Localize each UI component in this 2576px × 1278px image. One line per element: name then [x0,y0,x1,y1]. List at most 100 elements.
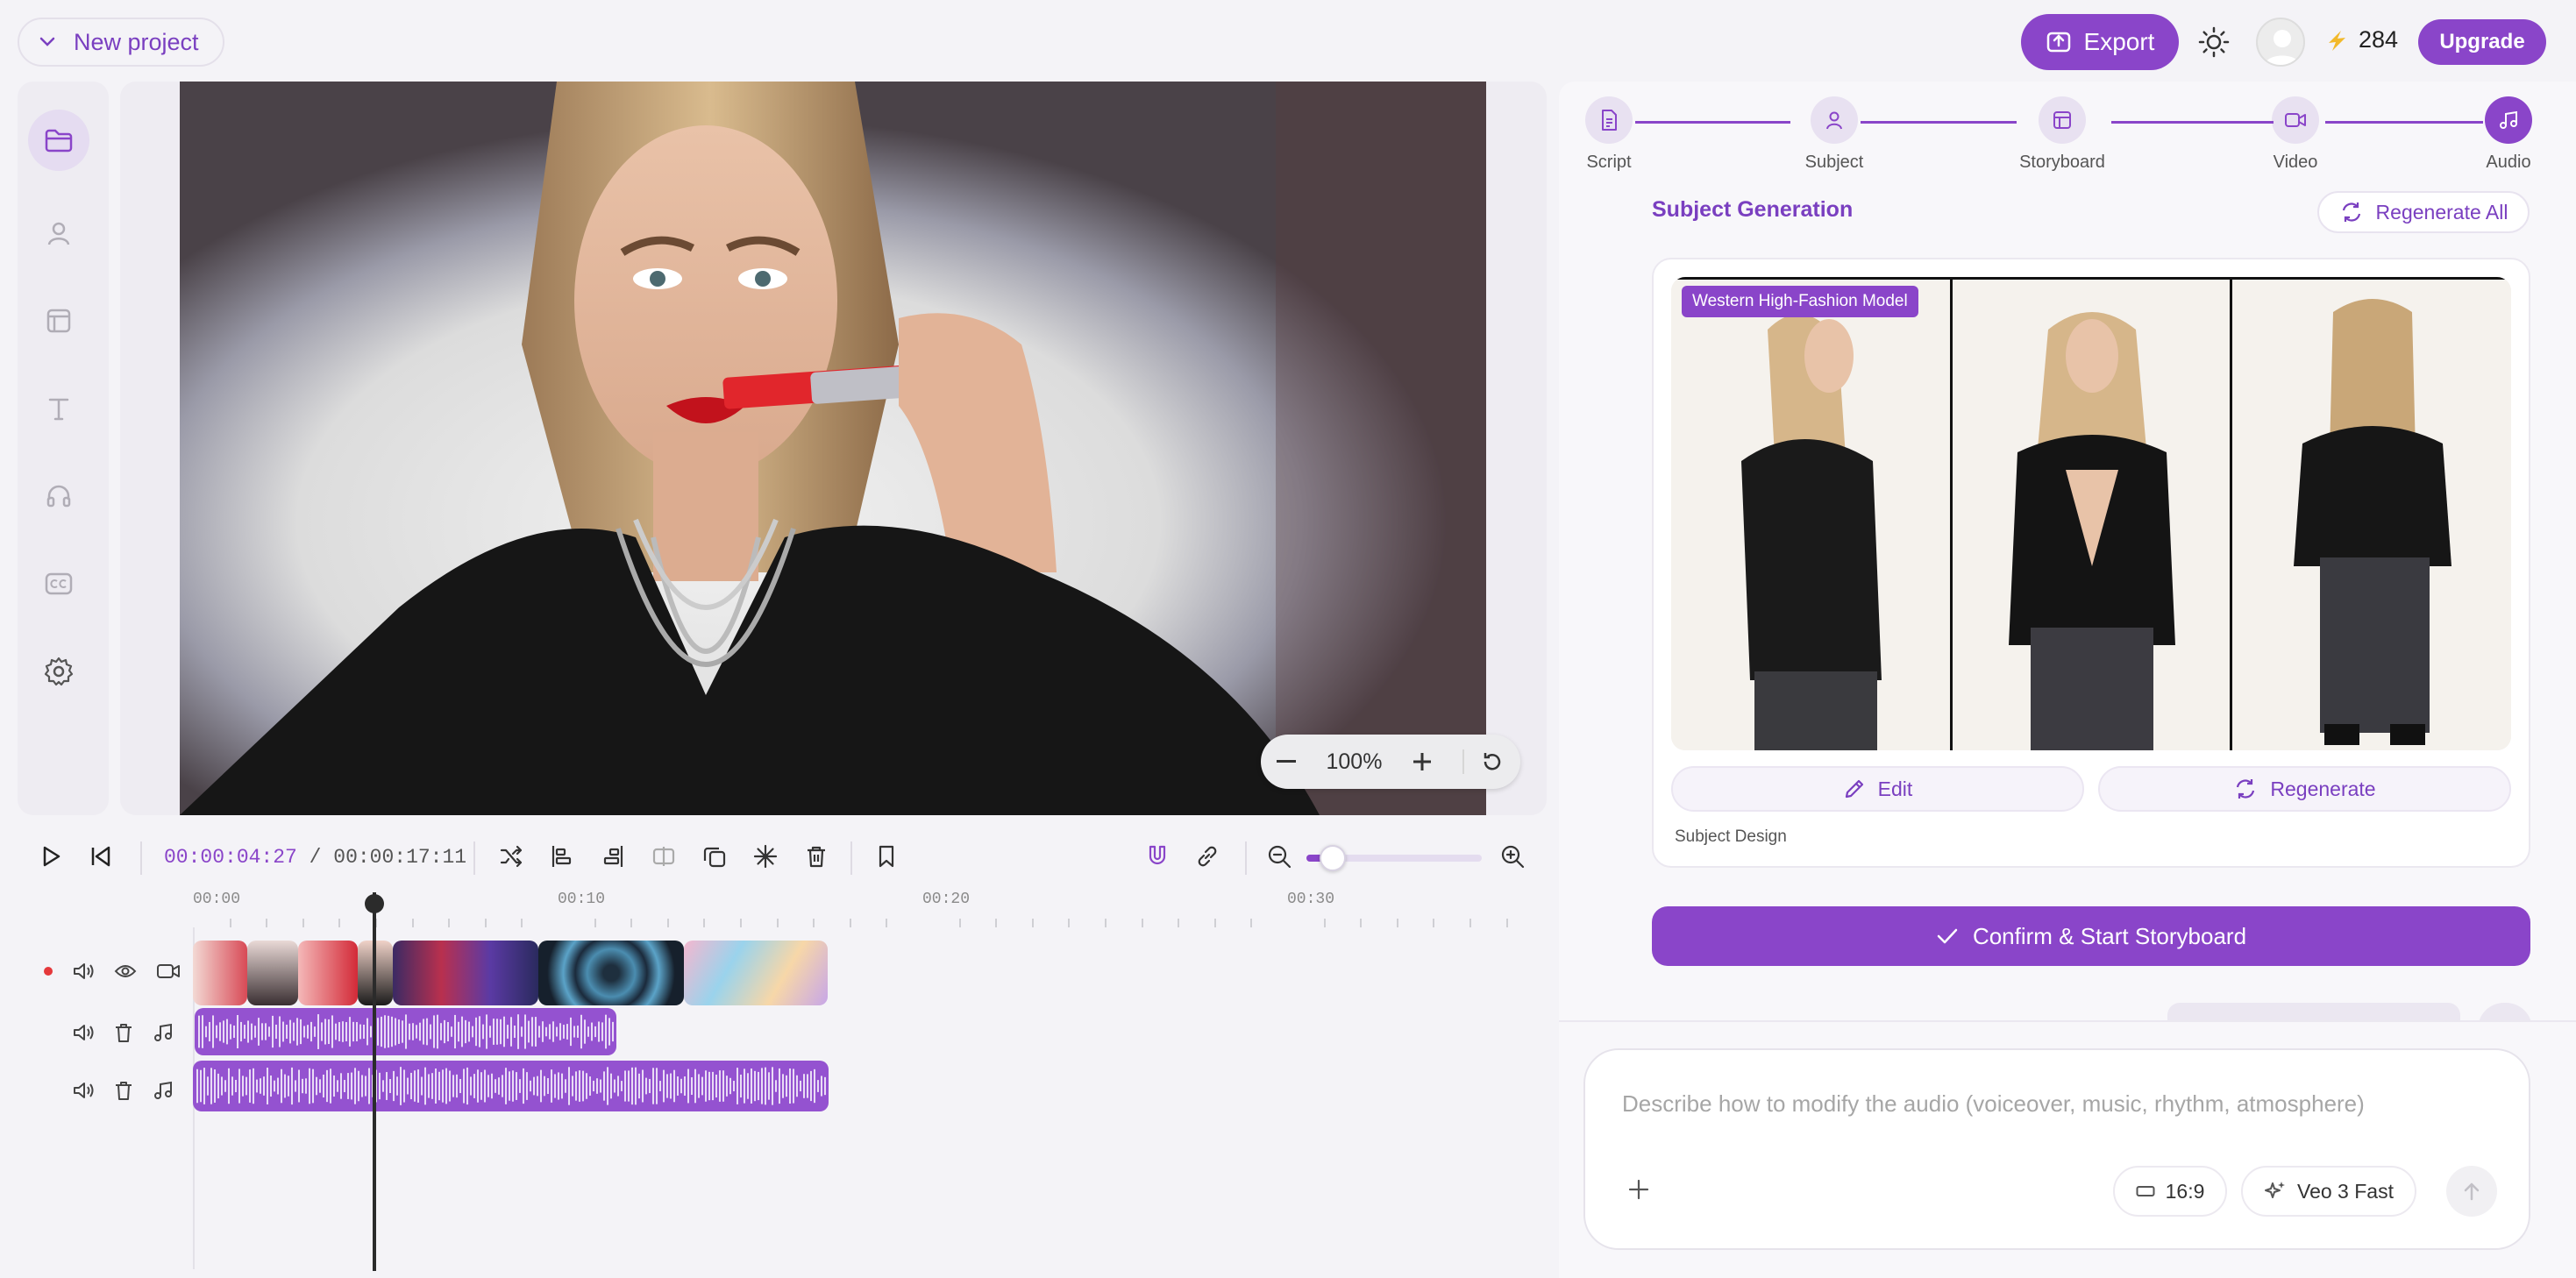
music-note-icon[interactable] [153,1022,174,1043]
video-clip[interactable] [393,941,538,1005]
regenerate-all-button[interactable]: Regenerate All [2317,191,2530,233]
model-selector[interactable]: Veo 3 Fast [2241,1166,2416,1217]
video-clip[interactable] [538,941,684,1005]
audio-clip-voiceover[interactable] [195,1008,616,1055]
regenerate-button[interactable]: Regenerate [2098,766,2511,812]
sidebar-item-layout[interactable] [28,290,89,351]
waveform-bar [726,1076,728,1097]
video-clip[interactable] [193,941,247,1005]
sidebar-item-captions[interactable] [28,553,89,614]
waveform-bar [573,1026,575,1038]
waveform-bar [580,1014,582,1049]
link-icon[interactable] [1194,843,1220,870]
project-menu-button[interactable]: New project [18,18,224,67]
music-note-icon[interactable] [153,1080,174,1101]
waveform-bar [593,1080,594,1092]
video-clip[interactable] [247,941,298,1005]
video-preview-frame[interactable] [180,82,1486,815]
waveform-bar [200,1069,202,1103]
edit-button[interactable]: Edit [1671,766,2084,812]
volume-icon[interactable] [72,961,95,982]
split-icon[interactable] [651,843,677,870]
volume-icon[interactable] [72,1022,95,1043]
eye-icon[interactable] [114,962,137,980]
subject-image[interactable] [1671,277,2511,750]
waveform-bar [535,1017,537,1047]
sidebar-item-media[interactable] [28,110,89,171]
waveform-bar [263,1076,265,1096]
zoom-out-button[interactable] [1276,760,1296,763]
sidebar-item-subject[interactable] [28,202,89,264]
timeline-zoom-in-icon[interactable] [1499,843,1526,870]
waveform-bar [253,1068,254,1104]
sidebar-item-text[interactable] [28,378,89,439]
reset-zoom-button[interactable] [1462,749,1505,774]
upgrade-button[interactable]: Upgrade [2418,19,2546,65]
shuffle-icon[interactable] [498,843,524,870]
waveform-bar [761,1068,763,1104]
confirm-storyboard-button[interactable]: Confirm & Start Storyboard [1652,906,2530,966]
ruler-tick [1360,919,1363,927]
magnet-snap-icon[interactable] [1144,843,1171,870]
timeline-zoom-out-icon[interactable] [1266,843,1292,870]
sidebar-item-settings[interactable] [28,641,89,702]
waveform-bar [509,1071,510,1101]
playhead[interactable] [373,892,376,1271]
waveform-bar [265,1023,267,1040]
skip-back-icon[interactable] [88,843,114,870]
waveform-bar [586,1073,587,1099]
sidebar-item-audio[interactable] [28,465,89,527]
camera-icon[interactable] [156,962,181,980]
waveform-bar [459,1078,461,1094]
send-button[interactable] [2446,1166,2497,1217]
waveform-bar [414,1070,416,1102]
playhead-handle[interactable] [365,894,384,913]
waveform-bar [582,1070,584,1102]
waveform-bar [344,1080,345,1092]
waveform-bar [338,1022,340,1041]
waveform-bar [779,1068,780,1104]
theme-toggle-icon[interactable] [2196,25,2231,60]
video-clip[interactable] [298,941,358,1005]
play-icon[interactable] [39,843,63,870]
trash-icon[interactable] [114,1022,133,1043]
step-storyboard[interactable]: Storyboard [2010,96,2115,173]
waveform-bar [772,1067,773,1105]
align-right-icon[interactable] [600,843,626,870]
export-button[interactable]: Export [2021,14,2179,70]
waveform-bar [789,1068,791,1104]
timeline-ruler[interactable]: 00:00 00:10 00:20 00:30 [193,891,1547,927]
step-video[interactable]: Video [2243,96,2348,173]
prompt-input[interactable] [1583,1048,2530,1250]
waveform-bar [449,1070,451,1102]
avatar[interactable] [2256,18,2305,67]
waveform-bar [305,1078,307,1094]
waveform-bar [461,1016,463,1047]
duplicate-icon[interactable] [701,843,728,870]
waveform-bar [237,1014,238,1049]
waveform-bar [445,1068,447,1104]
aspect-ratio-selector[interactable]: 16:9 [2113,1166,2227,1217]
waveform-bar [277,1077,279,1095]
volume-icon[interactable] [72,1080,95,1101]
step-audio[interactable]: Audio [2456,96,2561,173]
timeline-zoom-slider-handle[interactable] [1320,845,1346,871]
add-attachment-icon[interactable] [1626,1177,1651,1202]
step-subject[interactable]: Subject [1782,96,1887,173]
audio-clip-music[interactable] [193,1061,829,1111]
align-left-icon[interactable] [549,843,575,870]
delete-icon[interactable] [803,843,829,870]
step-script[interactable]: Script [1556,96,1662,173]
waveform-bar [547,1077,549,1095]
freeze-icon[interactable] [752,843,779,870]
waveform-bar [410,1072,412,1100]
video-clip[interactable] [684,941,828,1005]
waveform-bar [549,1024,551,1040]
zoom-in-button[interactable] [1413,752,1432,771]
waveform-bar [205,1026,207,1038]
bookmark-icon[interactable] [873,843,900,870]
waveform-bar [495,1079,496,1093]
trash-icon[interactable] [114,1080,133,1101]
waveform-bar [395,1018,396,1046]
waveform-bar [635,1067,637,1105]
